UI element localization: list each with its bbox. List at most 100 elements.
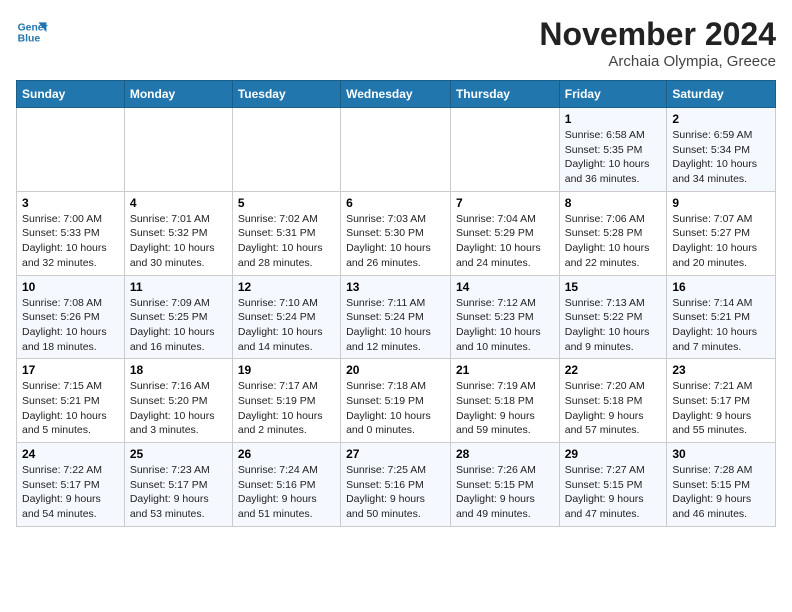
weekday-header-monday: Monday xyxy=(124,81,232,108)
day-detail: Sunrise: 7:13 AM Sunset: 5:22 PM Dayligh… xyxy=(565,296,662,355)
calendar-cell: 21 Sunrise: 7:19 AM Sunset: 5:18 PM Dayli… xyxy=(450,359,559,443)
calendar-cell: 27Sunrise: 7:25 AM Sunset: 5:16 PM Dayli… xyxy=(341,443,451,527)
calendar-cell: 20 Sunrise: 7:18 AM Sunset: 5:19 PM Dayli… xyxy=(341,359,451,443)
logo: General Blue xyxy=(16,16,48,48)
day-detail: Sunrise: 7:00 AM Sunset: 5:33 PM Dayligh… xyxy=(22,212,119,271)
day-number: 14 xyxy=(456,280,554,294)
calendar-cell: 18 Sunrise: 7:16 AM Sunset: 5:20 PM Dayli… xyxy=(124,359,232,443)
title-block: November 2024 Archaia Olympia, Greece xyxy=(539,16,776,70)
day-detail: Sunrise: 7:14 AM Sunset: 5:21 PM Dayligh… xyxy=(672,296,770,355)
day-number: 27 xyxy=(346,447,445,461)
day-number: 19 xyxy=(238,363,335,377)
day-number: 30 xyxy=(672,447,770,461)
day-number: 24 xyxy=(22,447,119,461)
calendar-cell: 10Sunrise: 7:08 AM Sunset: 5:26 PM Dayli… xyxy=(17,275,125,359)
day-detail: Sunrise: 7:18 AM Sunset: 5:19 PM Dayligh… xyxy=(346,379,445,438)
day-number: 1 xyxy=(565,112,662,126)
calendar-cell: 16 Sunrise: 7:14 AM Sunset: 5:21 PM Dayli… xyxy=(667,275,776,359)
weekday-header-friday: Friday xyxy=(559,81,667,108)
calendar-week-1: 1 Sunrise: 6:58 AM Sunset: 5:35 PM Daylig… xyxy=(17,108,776,192)
day-detail: Sunrise: 7:16 AM Sunset: 5:20 PM Dayligh… xyxy=(130,379,227,438)
day-detail: Sunrise: 7:24 AM Sunset: 5:16 PM Dayligh… xyxy=(238,463,335,522)
calendar-cell xyxy=(17,108,125,192)
day-detail: Sunrise: 7:28 AM Sunset: 5:15 PM Dayligh… xyxy=(672,463,770,522)
calendar-cell xyxy=(341,108,451,192)
day-number: 8 xyxy=(565,196,662,210)
calendar-cell: 23Sunrise: 7:21 AM Sunset: 5:17 PM Dayli… xyxy=(667,359,776,443)
calendar-week-2: 3 Sunrise: 7:00 AM Sunset: 5:33 PM Daylig… xyxy=(17,191,776,275)
calendar-week-5: 24 Sunrise: 7:22 AM Sunset: 5:17 PM Dayli… xyxy=(17,443,776,527)
weekday-header-wednesday: Wednesday xyxy=(341,81,451,108)
day-number: 16 xyxy=(672,280,770,294)
day-number: 13 xyxy=(346,280,445,294)
day-detail: Sunrise: 7:15 AM Sunset: 5:21 PM Dayligh… xyxy=(22,379,119,438)
day-number: 5 xyxy=(238,196,335,210)
day-number: 29 xyxy=(565,447,662,461)
calendar-cell: 1 Sunrise: 6:58 AM Sunset: 5:35 PM Daylig… xyxy=(559,108,667,192)
calendar-week-4: 17 Sunrise: 7:15 AM Sunset: 5:21 PM Dayli… xyxy=(17,359,776,443)
day-number: 12 xyxy=(238,280,335,294)
calendar-week-3: 10Sunrise: 7:08 AM Sunset: 5:26 PM Dayli… xyxy=(17,275,776,359)
day-number: 9 xyxy=(672,196,770,210)
day-detail: Sunrise: 7:20 AM Sunset: 5:18 PM Dayligh… xyxy=(565,379,662,438)
day-detail: Sunrise: 6:58 AM Sunset: 5:35 PM Dayligh… xyxy=(565,128,662,187)
day-detail: Sunrise: 7:17 AM Sunset: 5:19 PM Dayligh… xyxy=(238,379,335,438)
day-detail: Sunrise: 7:23 AM Sunset: 5:17 PM Dayligh… xyxy=(130,463,227,522)
day-number: 25 xyxy=(130,447,227,461)
day-number: 18 xyxy=(130,363,227,377)
month-title: November 2024 xyxy=(539,16,776,53)
calendar-cell: 14 Sunrise: 7:12 AM Sunset: 5:23 PM Dayli… xyxy=(450,275,559,359)
calendar-cell: 9 Sunrise: 7:07 AM Sunset: 5:27 PM Daylig… xyxy=(667,191,776,275)
day-detail: Sunrise: 7:03 AM Sunset: 5:30 PM Dayligh… xyxy=(346,212,445,271)
day-number: 2 xyxy=(672,112,770,126)
calendar-cell: 22 Sunrise: 7:20 AM Sunset: 5:18 PM Dayli… xyxy=(559,359,667,443)
day-detail: Sunrise: 7:12 AM Sunset: 5:23 PM Dayligh… xyxy=(456,296,554,355)
calendar-cell: 6 Sunrise: 7:03 AM Sunset: 5:30 PM Daylig… xyxy=(341,191,451,275)
day-detail: Sunrise: 7:01 AM Sunset: 5:32 PM Dayligh… xyxy=(130,212,227,271)
calendar-cell: 3 Sunrise: 7:00 AM Sunset: 5:33 PM Daylig… xyxy=(17,191,125,275)
day-detail: Sunrise: 7:07 AM Sunset: 5:27 PM Dayligh… xyxy=(672,212,770,271)
day-number: 17 xyxy=(22,363,119,377)
day-number: 28 xyxy=(456,447,554,461)
day-number: 10 xyxy=(22,280,119,294)
day-detail: Sunrise: 7:19 AM Sunset: 5:18 PM Dayligh… xyxy=(456,379,554,438)
day-number: 11 xyxy=(130,280,227,294)
calendar-cell xyxy=(124,108,232,192)
day-number: 6 xyxy=(346,196,445,210)
calendar-cell: 26 Sunrise: 7:24 AM Sunset: 5:16 PM Dayli… xyxy=(232,443,340,527)
calendar-cell: 5 Sunrise: 7:02 AM Sunset: 5:31 PM Daylig… xyxy=(232,191,340,275)
day-detail: Sunrise: 7:10 AM Sunset: 5:24 PM Dayligh… xyxy=(238,296,335,355)
calendar-cell: 7Sunrise: 7:04 AM Sunset: 5:29 PM Daylig… xyxy=(450,191,559,275)
calendar-cell: 19 Sunrise: 7:17 AM Sunset: 5:19 PM Dayli… xyxy=(232,359,340,443)
calendar-cell: 11 Sunrise: 7:09 AM Sunset: 5:25 PM Dayli… xyxy=(124,275,232,359)
day-detail: Sunrise: 7:22 AM Sunset: 5:17 PM Dayligh… xyxy=(22,463,119,522)
logo-icon: General Blue xyxy=(16,16,48,48)
calendar-table: SundayMondayTuesdayWednesdayThursdayFrid… xyxy=(16,80,776,527)
location: Archaia Olympia, Greece xyxy=(539,53,776,70)
calendar-cell: 29 Sunrise: 7:27 AM Sunset: 5:15 PM Dayli… xyxy=(559,443,667,527)
day-detail: Sunrise: 7:21 AM Sunset: 5:17 PM Dayligh… xyxy=(672,379,770,438)
calendar-cell: 17 Sunrise: 7:15 AM Sunset: 5:21 PM Dayli… xyxy=(17,359,125,443)
day-detail: Sunrise: 7:11 AM Sunset: 5:24 PM Dayligh… xyxy=(346,296,445,355)
day-number: 3 xyxy=(22,196,119,210)
page-header: General Blue November 2024 Archaia Olymp… xyxy=(16,16,776,70)
svg-text:Blue: Blue xyxy=(18,34,41,45)
day-number: 26 xyxy=(238,447,335,461)
day-number: 20 xyxy=(346,363,445,377)
day-detail: Sunrise: 7:09 AM Sunset: 5:25 PM Dayligh… xyxy=(130,296,227,355)
day-detail: Sunrise: 7:02 AM Sunset: 5:31 PM Dayligh… xyxy=(238,212,335,271)
day-detail: Sunrise: 6:59 AM Sunset: 5:34 PM Dayligh… xyxy=(672,128,770,187)
day-detail: Sunrise: 7:06 AM Sunset: 5:28 PM Dayligh… xyxy=(565,212,662,271)
weekday-header-tuesday: Tuesday xyxy=(232,81,340,108)
calendar-cell: 30 Sunrise: 7:28 AM Sunset: 5:15 PM Dayli… xyxy=(667,443,776,527)
weekday-header-sunday: Sunday xyxy=(17,81,125,108)
calendar-cell xyxy=(450,108,559,192)
calendar-cell: 4Sunrise: 7:01 AM Sunset: 5:32 PM Daylig… xyxy=(124,191,232,275)
weekday-header-thursday: Thursday xyxy=(450,81,559,108)
calendar-cell: 15Sunrise: 7:13 AM Sunset: 5:22 PM Dayli… xyxy=(559,275,667,359)
day-number: 21 xyxy=(456,363,554,377)
day-detail: Sunrise: 7:27 AM Sunset: 5:15 PM Dayligh… xyxy=(565,463,662,522)
calendar-cell: 12 Sunrise: 7:10 AM Sunset: 5:24 PM Dayli… xyxy=(232,275,340,359)
day-number: 22 xyxy=(565,363,662,377)
calendar-cell: 2 Sunrise: 6:59 AM Sunset: 5:34 PM Daylig… xyxy=(667,108,776,192)
